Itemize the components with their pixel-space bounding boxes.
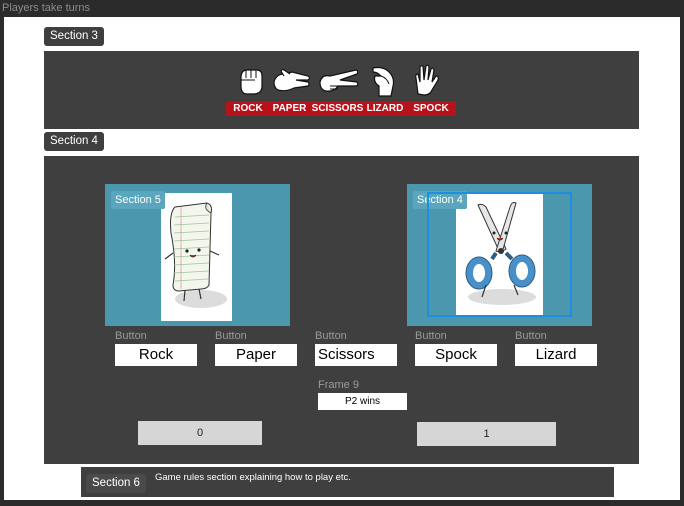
section-3-tag: Section 3: [44, 27, 104, 46]
lizard-hand-icon: [372, 66, 395, 97]
flat-hand-icon: [273, 69, 311, 92]
section-4-tag: Section 4: [44, 132, 104, 151]
player1-score: 0: [138, 421, 262, 445]
spock-hand-icon: [415, 64, 439, 96]
lizard-button-caption: Button: [515, 330, 547, 342]
gesture-label-paper: PAPER: [269, 101, 310, 116]
paper-character-image: [161, 193, 232, 321]
rock-button-caption: Button: [115, 330, 147, 342]
rock-button[interactable]: Rock: [115, 344, 197, 366]
window-title: Players take turns: [2, 2, 91, 14]
scissors-button-caption: Button: [315, 330, 347, 342]
gesture-label-rock: ROCK: [226, 101, 270, 116]
result-frame-label: Frame 9: [318, 379, 359, 391]
scissors-hand-icon: [319, 69, 359, 92]
section-5-tag: Section 5: [111, 191, 165, 209]
spock-button[interactable]: Spock: [415, 344, 497, 366]
section-6-tag: Section 6: [86, 474, 146, 493]
lizard-button[interactable]: Lizard: [515, 344, 597, 366]
player2-score: 1: [417, 422, 556, 446]
result-text: P2 wins: [318, 393, 407, 410]
gesture-label-scissors: SCISSORS: [310, 101, 365, 116]
selection-outline: [427, 192, 572, 317]
paper-character-icon: [164, 202, 227, 308]
scissors-button[interactable]: Scissors: [315, 344, 397, 366]
paper-button-caption: Button: [215, 330, 247, 342]
rules-text: Game rules section explaining how to pla…: [155, 472, 351, 483]
gesture-label-spock: SPOCK: [406, 101, 456, 116]
spock-button-caption: Button: [415, 330, 447, 342]
title-bar: Players take turns: [0, 0, 684, 17]
fist-icon: [240, 69, 263, 95]
gesture-label-lizard: LIZARD: [364, 101, 406, 116]
paper-button[interactable]: Paper: [215, 344, 297, 366]
